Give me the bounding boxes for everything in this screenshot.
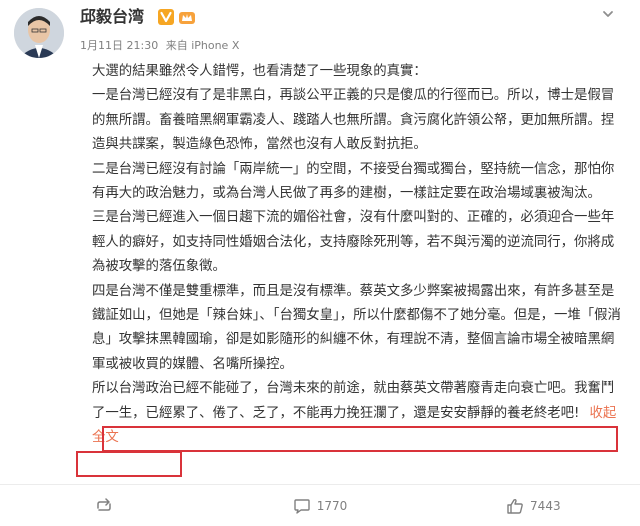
content-paragraph: 四是台灣不僅是雙重標準，而且是沒有標準。蔡英文多少弊案被揭露出來，有許多甚至是鐵…: [92, 283, 621, 372]
content-paragraph: 一是台灣已經沒有了是非黑白，再談公平正義的只是傻瓜的行徑而已。所以，博士是假冒的…: [92, 88, 615, 153]
action-bar: 1770 7443: [0, 485, 640, 526]
post-content: 大選的結果雖然令人錯愕，也看清楚了一些現象的真實： 一是台灣已經沒有了是非黑白，…: [92, 60, 622, 451]
comment-button[interactable]: 1770: [213, 498, 426, 514]
content-paragraph: 三是台灣已經進入一個日趨下流的媚俗社會，沒有什麼叫對的、正確的，必須迎合一些年輕…: [92, 210, 615, 275]
like-button[interactable]: 7443: [427, 498, 640, 514]
content-paragraph: 二是台灣已經沒有討論「兩岸統一」的空間，不接受台獨或獨台，堅持統一信念，那怕你有…: [92, 161, 615, 202]
content-final-lead: 所以台灣政治已經不能碰了，台灣未來的前途，就由蔡英文帶著廢青走向衰亡吧。: [92, 381, 575, 397]
more-options-chevron-icon[interactable]: [601, 6, 615, 20]
member-crown-icon[interactable]: [178, 9, 196, 25]
post-date: 1月11日 21:30: [80, 39, 159, 52]
highlight-box-line-2: [76, 451, 182, 477]
post-meta: 1月11日 21:30 来自 iPhone X: [80, 38, 243, 54]
verified-icon: [158, 9, 174, 25]
repost-button[interactable]: [0, 497, 213, 514]
avatar[interactable]: [14, 8, 64, 58]
content-paragraph: 大選的結果雖然令人錯愕，也看清楚了一些現象的真實：: [92, 64, 427, 79]
thumbs-up-icon: [507, 498, 523, 514]
username[interactable]: 邱毅台湾: [80, 6, 144, 28]
weibo-post: 邱毅台湾 1月11日 21:30 来自 iPhone X 大選的結果雖然令人錯愕…: [0, 0, 640, 526]
repost-icon: [96, 497, 111, 511]
content-paragraph-final: 所以台灣政治已經不能碰了，台灣未來的前途，就由蔡英文帶著廢青走向衰亡吧。我奮鬥了…: [92, 377, 622, 450]
comment-count: 1770: [316, 498, 348, 513]
like-count: 7443: [530, 498, 561, 513]
post-source[interactable]: 来自 iPhone X: [166, 39, 240, 52]
comment-icon: [294, 498, 310, 514]
